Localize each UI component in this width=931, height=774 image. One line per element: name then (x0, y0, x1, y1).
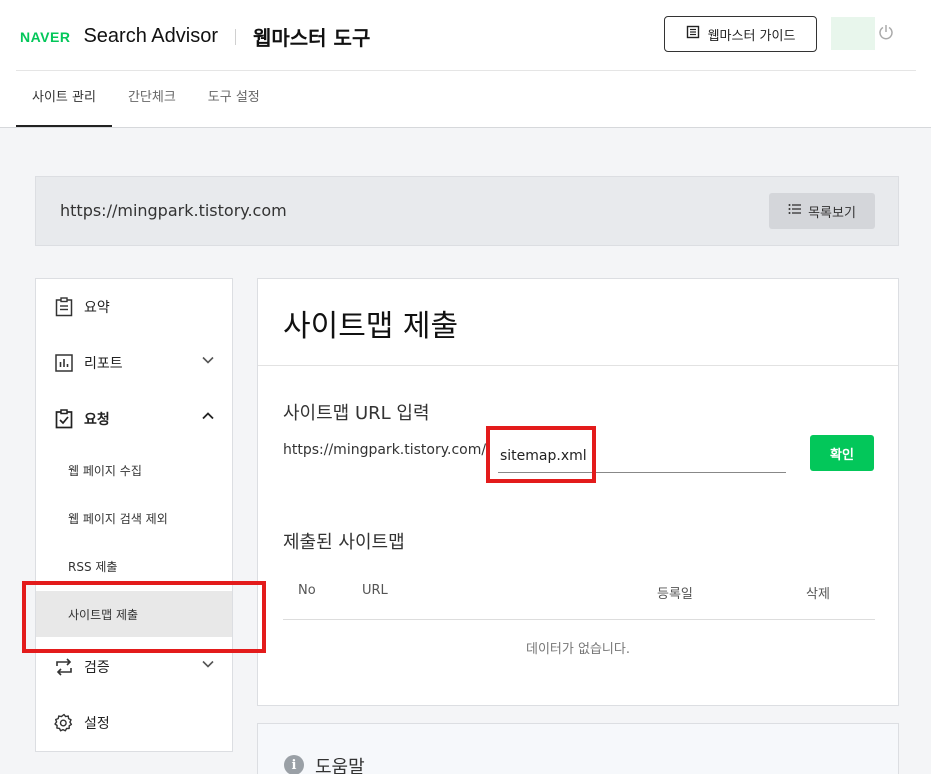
confirm-button[interactable]: 확인 (810, 435, 874, 471)
submitted-sitemap-title: 제출된 사이트맵 (283, 532, 405, 553)
page-title: 사이트맵 제출 (283, 309, 459, 344)
title-divider (258, 365, 898, 366)
column-header-no: No (298, 583, 316, 598)
main-nav: 사이트 관리 간단체크 도구 설정 (16, 71, 276, 127)
column-header-delete: 삭제 (806, 587, 830, 602)
table-header-divider (283, 619, 875, 620)
repeat-icon (54, 657, 74, 677)
chevron-down-icon (202, 657, 214, 672)
tab-site-management[interactable]: 사이트 관리 (16, 71, 112, 127)
sidebar-item-label: 검증 (84, 660, 110, 676)
chart-icon (54, 353, 74, 373)
url-prefix: https://mingpark.tistory.com/ (283, 442, 487, 458)
top-bar: NAVER Search Advisor 웹마스터 도구 웹마스터 가이드 사이… (0, 0, 931, 128)
webmaster-guide-button[interactable]: 웹마스터 가이드 (664, 16, 817, 52)
chevron-up-icon (202, 409, 214, 424)
empty-table-message: 데이터가 없습니다. (526, 642, 630, 657)
sitemap-input-title: 사이트맵 URL 입력 (283, 403, 430, 424)
sidebar-item-label: 설정 (84, 716, 110, 732)
book-icon (686, 25, 700, 43)
clipboard-check-icon (54, 409, 74, 429)
list-icon (788, 203, 802, 219)
site-url-bar: https://mingpark.tistory.com 목록보기 (35, 176, 899, 246)
sidebar-item-request[interactable]: 요청 (36, 395, 232, 443)
gear-icon (54, 713, 74, 733)
tab-simple-check[interactable]: 간단체크 (112, 71, 192, 127)
tab-tool-settings[interactable]: 도구 설정 (192, 71, 276, 127)
power-icon[interactable] (878, 24, 894, 44)
list-view-label: 목록보기 (808, 205, 856, 221)
sidebar: 요약 리포트 요청 웹 페이지 수집 웹 페이지 검색 제외 RSS 제출 사이… (35, 278, 233, 752)
brand-name[interactable]: Search Advisor (83, 25, 218, 48)
naver-logo[interactable]: NAVER (20, 29, 70, 45)
sitemap-panel: 사이트맵 제출 사이트맵 URL 입력 https://mingpark.tis… (257, 278, 899, 706)
sidebar-sub-web-page-collect[interactable]: 웹 페이지 수집 (36, 447, 232, 493)
site-url: https://mingpark.tistory.com (60, 201, 287, 220)
avatar[interactable] (831, 17, 875, 50)
sidebar-sub-web-page-exclude[interactable]: 웹 페이지 검색 제외 (36, 495, 232, 541)
tool-title: 웹마스터 도구 (252, 26, 371, 50)
highlight-box-sitemap-menu (22, 581, 266, 653)
info-icon: i (284, 755, 304, 774)
list-view-button[interactable]: 목록보기 (769, 193, 875, 229)
highlight-box-sitemap-input (486, 426, 596, 483)
sidebar-item-label: 요약 (84, 300, 110, 316)
help-panel: i 도움말 (257, 723, 899, 774)
column-header-date: 등록일 (657, 587, 693, 602)
sidebar-item-settings[interactable]: 설정 (36, 699, 232, 747)
column-header-url: URL (362, 583, 388, 598)
divider (234, 28, 236, 45)
sidebar-item-report[interactable]: 리포트 (36, 339, 232, 387)
sidebar-item-label: 요청 (84, 412, 110, 428)
help-title: 도움말 (315, 757, 365, 774)
logo-area[interactable]: NAVER Search Advisor 웹마스터 도구 (20, 22, 370, 51)
sidebar-item-summary[interactable]: 요약 (36, 283, 232, 331)
webmaster-guide-label: 웹마스터 가이드 (707, 28, 796, 44)
sidebar-item-label: 리포트 (84, 356, 123, 372)
clipboard-icon (54, 297, 74, 317)
chevron-down-icon (202, 353, 214, 368)
